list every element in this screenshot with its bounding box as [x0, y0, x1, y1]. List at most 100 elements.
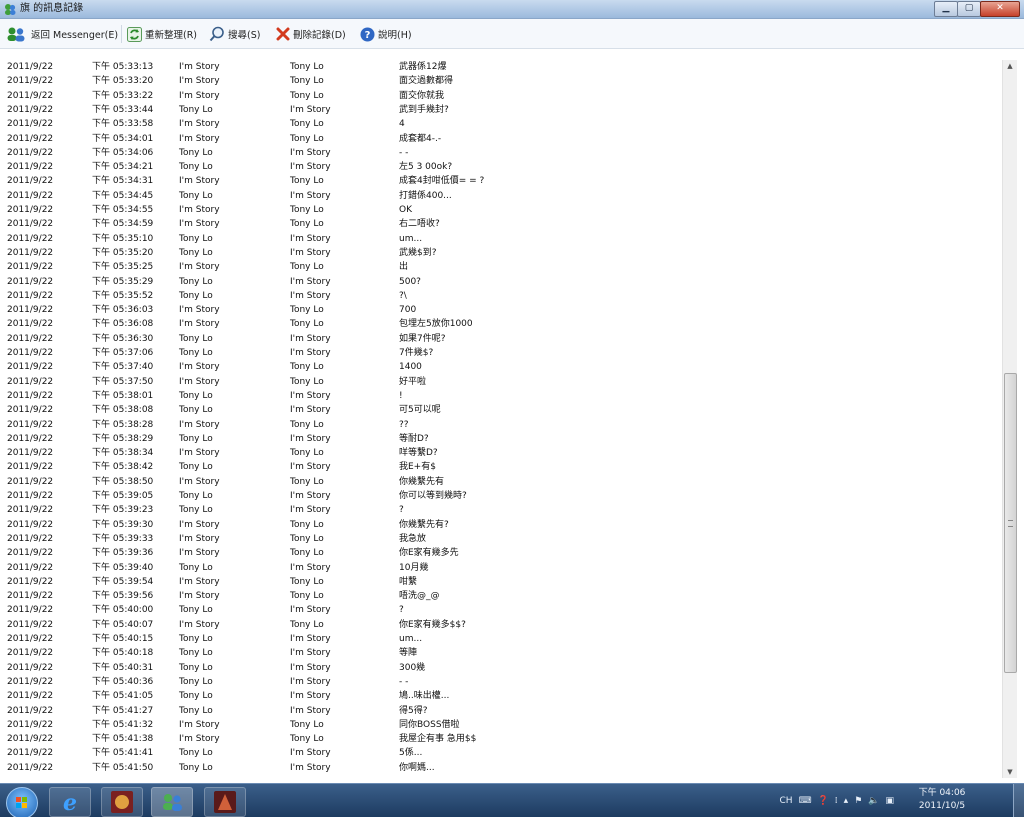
refresh-icon	[127, 26, 142, 42]
help-button[interactable]: ? 說明(H)	[360, 24, 412, 44]
input-language-indicator[interactable]: CH	[780, 796, 793, 806]
log-row[interactable]: 2011/9/22 下午 05:39:54 I'm Story Tony Lo 咁繫	[0, 575, 1000, 589]
log-cell-message: 你幾繫先有?	[399, 519, 449, 530]
show-desktop-button[interactable]	[1013, 784, 1024, 817]
action-center-flag-icon[interactable]: ⚑	[854, 796, 862, 806]
log-row[interactable]: 2011/9/22 下午 05:33:44 Tony Lo I'm Story 武到手幾…	[0, 103, 1000, 117]
log-row[interactable]: 2011/9/22 下午 05:39:05 Tony Lo I'm Story 你可以等…	[0, 489, 1000, 503]
log-cell-time: 下午 05:39:30	[92, 519, 154, 530]
delete-history-button[interactable]: 刪除記錄(D)	[276, 24, 346, 44]
log-row[interactable]: 2011/9/22 下午 05:40:00 Tony Lo I'm Story?	[0, 603, 1000, 617]
log-row[interactable]: 2011/9/22 下午 05:38:29 Tony Lo I'm Story 等耐D?	[0, 432, 1000, 446]
log-cell-time: 下午 05:38:29	[92, 433, 154, 444]
log-row[interactable]: 2011/9/22 下午 05:33:20 I'm Story Tony Lo 面交過數…	[0, 74, 1000, 88]
start-button[interactable]	[6, 787, 38, 817]
close-button[interactable]: ✕	[980, 1, 1020, 17]
log-row[interactable]: 2011/9/22 下午 05:40:36 Tony Lo I'm Story - -	[0, 675, 1000, 689]
log-cell-sender: I'm Story	[179, 419, 220, 430]
taskbar-game2-button[interactable]	[204, 787, 246, 817]
log-row[interactable]: 2011/9/22 下午 05:41:41 Tony Lo I'm Story 5係..…	[0, 746, 1000, 760]
show-hidden-icons-icon[interactable]: ▴	[844, 796, 849, 806]
log-cell-recipient: Tony Lo	[290, 476, 324, 487]
log-cell-recipient: Tony Lo	[290, 176, 324, 187]
log-cell-date: 2011/9/22	[7, 333, 54, 344]
log-row[interactable]: 2011/9/22 下午 05:41:38 I'm Story Tony Lo 我屋企有…	[0, 732, 1000, 746]
log-cell-time: 下午 05:34:55	[92, 205, 154, 215]
log-cell-recipient: I'm Story	[290, 348, 331, 358]
scroll-up-arrow[interactable]: ▲	[1003, 60, 1017, 72]
search-label: 搜尋(S)	[228, 30, 261, 41]
log-row[interactable]: 2011/9/22 下午 05:38:50 I'm Story Tony Lo 你幾繫先…	[0, 475, 1000, 489]
log-row[interactable]: 2011/9/22 下午 05:40:18 Tony Lo I'm Story 等陣	[0, 646, 1000, 660]
maximize-button[interactable]: ▢	[957, 1, 981, 17]
log-row[interactable]: 2011/9/22 下午 05:36:08 I'm Story Tony Lo 包埋左5…	[0, 317, 1000, 331]
log-row[interactable]: 2011/9/22 下午 05:33:22 I'm Story Tony Lo 面交你就…	[0, 89, 1000, 103]
log-cell-message: 我E+有$	[399, 462, 436, 473]
log-row[interactable]: 2011/9/22 下午 05:33:58 I'm Story Tony Lo 4	[0, 117, 1000, 131]
log-row[interactable]: 2011/9/22 下午 05:34:06 Tony Lo I'm Story - -	[0, 146, 1000, 160]
log-row[interactable]: 2011/9/22 下午 05:35:29 Tony Lo I'm Story 500?	[0, 275, 1000, 289]
log-row[interactable]: 2011/9/22 下午 05:40:07 I'm Story Tony Lo 你E家有…	[0, 618, 1000, 632]
log-row[interactable]: 2011/9/22 下午 05:38:28 I'm Story Tony Lo??	[0, 418, 1000, 432]
minimize-button[interactable]: ▁	[934, 1, 958, 17]
log-row[interactable]: 2011/9/22 下午 05:40:31 Tony Lo I'm Story 300幾	[0, 661, 1000, 675]
log-row[interactable]: 2011/9/22 下午 05:39:23 Tony Lo I'm Story?	[0, 503, 1000, 517]
back-to-messenger-button[interactable]: 返回 Messenger(E)	[6, 24, 118, 44]
taskbar-ie-button[interactable]: e	[49, 787, 91, 817]
keyboard-icon[interactable]: ⌨	[799, 796, 812, 806]
log-row[interactable]: 2011/9/22 下午 05:34:21 Tony Lo I'm Story 左5 3…	[0, 160, 1000, 174]
volume-icon[interactable]: 🔈	[868, 796, 879, 806]
search-button[interactable]: 搜尋(S)	[209, 24, 260, 44]
taskbar-messenger-button[interactable]	[151, 787, 193, 817]
log-row[interactable]: 2011/9/22 下午 05:35:25 I'm Story Tony Lo 出	[0, 260, 1000, 274]
log-row[interactable]: 2011/9/22 下午 05:41:50 Tony Lo I'm Story 你啊媽.…	[0, 761, 1000, 775]
log-row[interactable]: 2011/9/22 下午 05:39:33 I'm Story Tony Lo 我急放	[0, 532, 1000, 546]
log-row[interactable]: 2011/9/22 下午 05:41:32 I'm Story Tony Lo 同你BO…	[0, 718, 1000, 732]
log-row[interactable]: 2011/9/22 下午 05:35:20 Tony Lo I'm Story 武幾$到…	[0, 246, 1000, 260]
log-row[interactable]: 2011/9/22 下午 05:35:10 Tony Lo I'm Story um..…	[0, 232, 1000, 246]
log-row[interactable]: 2011/9/22 下午 05:39:30 I'm Story Tony Lo 你幾繫先…	[0, 518, 1000, 532]
clock[interactable]: 下午 04:06 2011/10/5	[916, 787, 968, 813]
log-cell-message: um...	[399, 634, 423, 644]
log-cell-date: 2011/9/22	[7, 419, 54, 430]
log-row[interactable]: 2011/9/22 下午 05:41:05 Tony Lo I'm Story 鳩..味…	[0, 689, 1000, 703]
help-tray-icon[interactable]: ❓	[818, 796, 829, 806]
log-cell-date: 2011/9/22	[7, 190, 54, 201]
scroll-down-arrow[interactable]: ▼	[1003, 766, 1017, 778]
vertical-scrollbar[interactable]: ▲ ▼	[1002, 60, 1017, 778]
log-cell-time: 下午 05:40:18	[92, 648, 154, 659]
log-row[interactable]: 2011/9/22 下午 05:39:36 I'm Story Tony Lo 你E家有…	[0, 546, 1000, 560]
log-row[interactable]: 2011/9/22 下午 05:39:56 I'm Story Tony Lo 唔洗@_…	[0, 589, 1000, 603]
log-row[interactable]: 2011/9/22 下午 05:37:06 Tony Lo I'm Story 7件幾$…	[0, 346, 1000, 360]
log-row[interactable]: 2011/9/22 下午 05:34:59 I'm Story Tony Lo 右二唔收…	[0, 217, 1000, 231]
log-row[interactable]: 2011/9/22 下午 05:34:55 I'm Story Tony Lo OK	[0, 203, 1000, 217]
log-row[interactable]: 2011/9/22 下午 05:34:45 Tony Lo I'm Story 打錯係4…	[0, 189, 1000, 203]
log-cell-date: 2011/9/22	[7, 219, 54, 230]
log-row[interactable]: 2011/9/22 下午 05:36:30 Tony Lo I'm Story 如果7件…	[0, 332, 1000, 346]
log-cell-message: ??	[399, 419, 409, 430]
refresh-button[interactable]: 重新整理(R)	[127, 24, 197, 44]
log-row[interactable]: 2011/9/22 下午 05:40:15 Tony Lo I'm Story um..…	[0, 632, 1000, 646]
log-row[interactable]: 2011/9/22 下午 05:36:03 I'm Story Tony Lo 700	[0, 303, 1000, 317]
log-row[interactable]: 2011/9/22 下午 05:34:01 I'm Story Tony Lo 成套都4…	[0, 132, 1000, 146]
log-row[interactable]: 2011/9/22 下午 05:38:01 Tony Lo I'm Story!	[0, 389, 1000, 403]
log-row[interactable]: 2011/9/22 下午 05:39:40 Tony Lo I'm Story 10月幾	[0, 561, 1000, 575]
log-cell-message: 500?	[399, 276, 421, 287]
ime-icon[interactable]: ⁞	[835, 796, 838, 806]
log-row[interactable]: 2011/9/22 下午 05:35:52 Tony Lo I'm Story ?\	[0, 289, 1000, 303]
log-row[interactable]: 2011/9/22 下午 05:37:40 I'm Story Tony Lo 1400	[0, 360, 1000, 374]
log-row[interactable]: 2011/9/22 下午 05:41:27 Tony Lo I'm Story 得5得?	[0, 704, 1000, 718]
taskbar-game-button[interactable]	[101, 787, 143, 817]
log-row[interactable]: 2011/9/22 下午 05:34:31 I'm Story Tony Lo 成套4封…	[0, 174, 1000, 188]
log-row[interactable]: 2011/9/22 下午 05:38:34 I'm Story Tony Lo 咩等繫D…	[0, 446, 1000, 460]
log-cell-message: 你E家有幾多先	[399, 548, 459, 559]
message-log[interactable]: 2011/9/22 下午 05:33:13 I'm Story Tony Lo 武器係1…	[0, 60, 1000, 780]
log-row[interactable]: 2011/9/22 下午 05:38:42 Tony Lo I'm Story 我E+有…	[0, 460, 1000, 474]
log-cell-sender: Tony Lo	[179, 348, 213, 358]
delete-x-icon	[276, 27, 290, 41]
scroll-thumb[interactable]	[1004, 373, 1017, 673]
network-icon[interactable]: ▣	[885, 796, 894, 806]
log-row[interactable]: 2011/9/22 下午 05:37:50 I'm Story Tony Lo 好平啦	[0, 375, 1000, 389]
log-row[interactable]: 2011/9/22 下午 05:38:08 Tony Lo I'm Story 可5可以…	[0, 403, 1000, 417]
log-row[interactable]: 2011/9/22 下午 05:33:13 I'm Story Tony Lo 武器係1…	[0, 60, 1000, 74]
